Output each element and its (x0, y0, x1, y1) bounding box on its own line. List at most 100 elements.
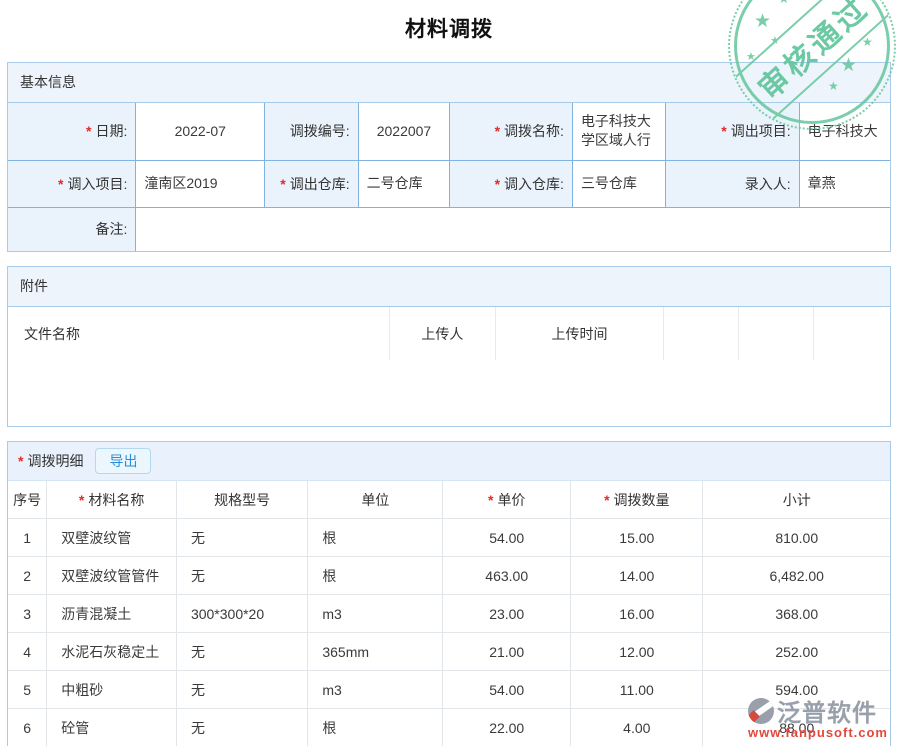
out-warehouse-value: 二号仓库 (358, 160, 450, 207)
cell-qty: 16.00 (571, 595, 703, 633)
cell-seq: 2 (8, 557, 47, 595)
cell-unit: 根 (308, 519, 443, 557)
cell-price: 23.00 (443, 595, 571, 633)
attachments-section-title: 附件 (8, 267, 890, 307)
details-section-bar: * 调拨明细 导出 (8, 442, 890, 481)
attachments-empty-body (8, 360, 890, 426)
required-asterisk: * (280, 176, 285, 192)
cell-material: 水泥石灰稳定土 (47, 633, 177, 671)
cell-spec: 无 (176, 519, 307, 557)
details-row: 1双壁波纹管无根54.0015.00810.00 (8, 519, 890, 557)
remark-label: 备注: (8, 207, 136, 251)
in-warehouse-label: *调入仓库: (450, 160, 573, 207)
cell-unit: 根 (308, 709, 443, 746)
details-column-header-price: *单价 (443, 481, 571, 519)
details-column-header-qty: *调拨数量 (571, 481, 703, 519)
required-asterisk: * (495, 123, 500, 139)
required-asterisk: * (495, 176, 500, 192)
vendor-watermark: 泛普软件 www.fanpusoft.com (748, 693, 888, 740)
details-row: 3沥青混凝土300*300*20m323.0016.00368.00 (8, 595, 890, 633)
cell-price: 54.00 (443, 519, 571, 557)
date-value: 2022-07 (136, 103, 265, 160)
attachments-column-header (813, 307, 890, 360)
cell-material: 双壁波纹管 (47, 519, 177, 557)
attachments-column-header (738, 307, 813, 360)
required-asterisk: * (18, 453, 23, 469)
required-asterisk: * (488, 492, 493, 508)
cell-unit: m3 (308, 595, 443, 633)
cell-price: 22.00 (443, 709, 571, 746)
attachments-column-header (663, 307, 738, 360)
cell-spec: 300*300*20 (176, 595, 307, 633)
cell-material: 双壁波纹管管件 (47, 557, 177, 595)
details-column-header-material: *材料名称 (47, 481, 177, 519)
transfer-no-value: 2022007 (358, 103, 450, 160)
cell-spec: 无 (176, 557, 307, 595)
details-column-header-unit: 单位 (308, 481, 443, 519)
cell-subtotal: 252.00 (703, 633, 890, 671)
cell-qty: 14.00 (571, 557, 703, 595)
cell-subtotal: 810.00 (703, 519, 890, 557)
cell-seq: 3 (8, 595, 47, 633)
vendor-brand: 泛普软件 (777, 693, 877, 728)
details-row: 4水泥石灰稳定土无365mm21.0012.00252.00 (8, 633, 890, 671)
in-project-label: *调入项目: (8, 160, 136, 207)
out-project-value: 电子科技大 (799, 103, 890, 160)
attachments-section: 附件 文件名称上传人上传时间 (7, 266, 891, 427)
cell-seq: 1 (8, 519, 47, 557)
attachments-header-row: 文件名称上传人上传时间 (8, 307, 890, 360)
vendor-url: www.fanpusoft.com (748, 725, 888, 740)
export-button[interactable]: 导出 (95, 448, 151, 475)
attachments-column-header: 上传人 (389, 307, 496, 360)
cell-unit: 365mm (308, 633, 443, 671)
recorder-label: 录入人: (666, 160, 799, 207)
cell-material: 沥青混凝土 (47, 595, 177, 633)
out-warehouse-label: *调出仓库: (265, 160, 358, 207)
details-header-row: 序号*材料名称规格型号单位*单价*调拨数量小计 (8, 481, 890, 519)
attachments-table: 文件名称上传人上传时间 (8, 307, 890, 360)
cell-material: 中粗砂 (47, 671, 177, 709)
basic-info-section-title: 基本信息 (8, 63, 890, 103)
cell-material: 砼管 (47, 709, 177, 746)
transfer-name-value: 电子科技大学区域人行 (572, 103, 665, 160)
basic-info-row: 备注: (8, 207, 890, 251)
basic-info-row: *调入项目:潼南区2019*调出仓库:二号仓库*调入仓库:三号仓库录入人:章燕 (8, 160, 890, 207)
cell-spec: 无 (176, 671, 307, 709)
page-title: 材料调拨 (0, 13, 898, 43)
cell-unit: 根 (308, 557, 443, 595)
in-project-value: 潼南区2019 (136, 160, 265, 207)
cell-qty: 12.00 (571, 633, 703, 671)
cell-qty: 11.00 (571, 671, 703, 709)
details-column-header-seq: 序号 (8, 481, 47, 519)
details-column-header-spec: 规格型号 (176, 481, 307, 519)
cell-price: 54.00 (443, 671, 571, 709)
cell-price: 21.00 (443, 633, 571, 671)
basic-info-table: *日期:2022-07调拨编号:2022007*调拨名称:电子科技大学区域人行*… (8, 103, 890, 251)
details-column-header-subtotal: 小计 (703, 481, 890, 519)
required-asterisk: * (58, 176, 63, 192)
required-asterisk: * (604, 492, 609, 508)
required-asterisk: * (86, 123, 91, 139)
basic-info-section: 基本信息 *日期:2022-07调拨编号:2022007*调拨名称:电子科技大学… (7, 62, 891, 252)
recorder-value: 章燕 (799, 160, 890, 207)
cell-subtotal: 6,482.00 (703, 557, 890, 595)
cell-spec: 无 (176, 633, 307, 671)
cell-seq: 4 (8, 633, 47, 671)
required-asterisk: * (79, 492, 84, 508)
transfer-no-label: 调拨编号: (265, 103, 358, 160)
attachments-column-header: 文件名称 (8, 307, 389, 360)
required-asterisk: * (721, 123, 726, 139)
star-icon: ★ (778, 0, 790, 5)
vendor-logo-icon (748, 698, 774, 724)
date-label: *日期: (8, 103, 136, 160)
out-project-label: *调出项目: (666, 103, 799, 160)
cell-qty: 15.00 (571, 519, 703, 557)
basic-info-row: *日期:2022-07调拨编号:2022007*调拨名称:电子科技大学区域人行*… (8, 103, 890, 160)
cell-subtotal: 368.00 (703, 595, 890, 633)
cell-price: 463.00 (443, 557, 571, 595)
transfer-name-label: *调拨名称: (450, 103, 573, 160)
page: 材料调拨 基本信息 *日期:2022-07调拨编号:2022007*调拨名称:电… (0, 0, 898, 746)
in-warehouse-value: 三号仓库 (572, 160, 665, 207)
remark-value (136, 207, 890, 251)
cell-seq: 6 (8, 709, 47, 746)
